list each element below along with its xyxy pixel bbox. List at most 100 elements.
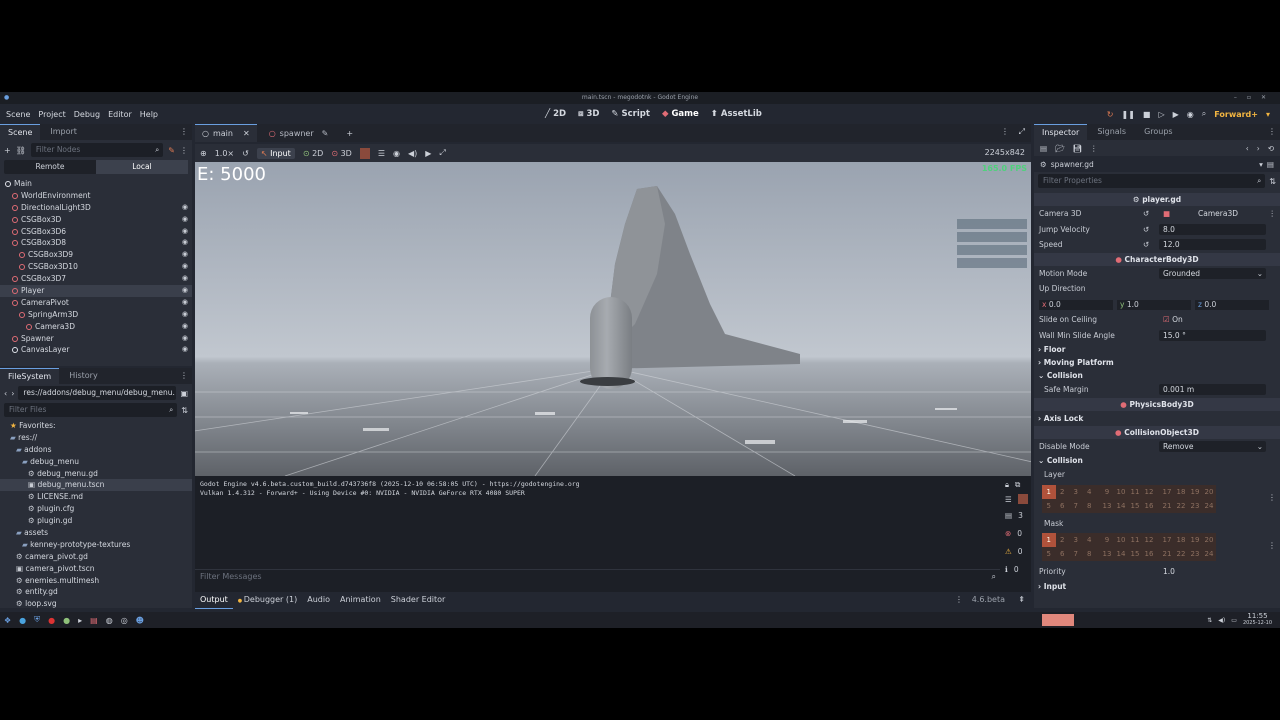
- filter-nodes-input[interactable]: Filter Nodes ⌕: [30, 143, 164, 157]
- revert-icon[interactable]: ↺: [1143, 225, 1149, 234]
- jump-velocity-field[interactable]: 8.0: [1159, 223, 1266, 235]
- bit-toggle[interactable]: 8: [1083, 499, 1097, 513]
- shield-icon[interactable]: ⛨: [34, 615, 40, 625]
- reload-icon[interactable]: ↻: [1107, 110, 1114, 119]
- tab-inspector[interactable]: Inspector: [1034, 124, 1088, 140]
- more-icon[interactable]: ⋮: [1268, 541, 1276, 550]
- file-item[interactable]: ▰ addons: [0, 444, 192, 456]
- scene-node[interactable]: Player ◉: [0, 285, 192, 297]
- bit-toggle[interactable]: 7: [1069, 499, 1083, 513]
- save-icon[interactable]: 💾︎: [1073, 144, 1083, 153]
- menu-editor[interactable]: Editor: [108, 110, 132, 119]
- bit-toggle[interactable]: 19: [1188, 533, 1202, 547]
- scene-tab-spawner[interactable]: ○ spawner ✎: [257, 124, 341, 142]
- file-item[interactable]: ▣ debug_menu.tscn: [0, 479, 192, 492]
- scene-node[interactable]: CameraPivot ◉: [0, 297, 192, 309]
- bit-toggle[interactable]: 2: [1056, 533, 1070, 547]
- up-z-field[interactable]: z 0.0: [1195, 299, 1269, 310]
- bit-toggle[interactable]: 10: [1114, 485, 1128, 499]
- scene-node[interactable]: WorldEnvironment: [0, 190, 192, 202]
- audio-icon[interactable]: ◀): [408, 149, 417, 158]
- browser-icon[interactable]: ●: [19, 616, 26, 625]
- embed-icon[interactable]: ⊕: [200, 149, 207, 158]
- group-moving-platform[interactable]: › Moving Platform: [1034, 356, 1280, 369]
- more-icon[interactable]: ⋮: [180, 146, 188, 155]
- scene-node[interactable]: CSGBox3D6 ◉: [0, 226, 192, 238]
- movie-icon[interactable]: ◉: [1187, 110, 1194, 119]
- docs-icon[interactable]: ▤: [1267, 160, 1274, 169]
- physicsbody-section[interactable]: ● PhysicsBody3D: [1034, 397, 1280, 411]
- revert-icon[interactable]: ↺: [1143, 209, 1149, 218]
- bit-toggle[interactable]: 15: [1128, 499, 1142, 513]
- bit-toggle[interactable]: 17: [1160, 485, 1174, 499]
- wall-angle-slider[interactable]: 15.0 °: [1159, 329, 1266, 341]
- close-icon[interactable]: ✕: [1261, 92, 1266, 104]
- network-icon[interactable]: ⇅: [1207, 617, 1212, 624]
- bit-toggle[interactable]: 8: [1083, 547, 1097, 561]
- bit-toggle[interactable]: 11: [1128, 485, 1142, 499]
- bit-toggle[interactable]: 9: [1100, 533, 1114, 547]
- scene-tab-main[interactable]: ○ main ✕: [195, 124, 257, 142]
- group-floor[interactable]: › Floor: [1034, 343, 1280, 356]
- bit-toggle[interactable]: 15: [1128, 547, 1142, 561]
- menu-project[interactable]: Project: [38, 110, 65, 119]
- list-icon[interactable]: ☰: [378, 149, 385, 158]
- load-icon[interactable]: 📂︎: [1055, 144, 1065, 153]
- more-icon[interactable]: ⋮: [955, 595, 963, 604]
- error-count[interactable]: ⊗ 0: [1003, 524, 1029, 542]
- forward-icon[interactable]: ›: [1257, 144, 1260, 153]
- visibility-icon[interactable]: ◉: [182, 285, 188, 297]
- menu-help[interactable]: Help: [140, 110, 158, 119]
- eye-icon[interactable]: ◉: [393, 149, 400, 158]
- bit-toggle[interactable]: 5: [1042, 547, 1056, 561]
- visibility-icon[interactable]: ◉: [182, 237, 188, 249]
- bottom-tab[interactable]: Output: [195, 592, 233, 609]
- pin-icon[interactable]: ⇞: [1018, 595, 1025, 604]
- file-item[interactable]: ⚙ debug_menu.gd: [0, 468, 192, 480]
- script-section[interactable]: ⚙ player.gd: [1034, 193, 1280, 206]
- file-item[interactable]: ⚙ camera_pivot.gd: [0, 551, 192, 563]
- battery-icon[interactable]: ▭: [1231, 617, 1237, 624]
- bit-toggle[interactable]: 23: [1188, 499, 1202, 513]
- filter-messages-input[interactable]: Filter Messages ⌕: [195, 569, 1000, 583]
- visibility-icon[interactable]: ◉: [182, 344, 188, 356]
- scene-node[interactable]: SpringArm3D ◉: [0, 309, 192, 321]
- file-item[interactable]: ⚙ LICENSE.md: [0, 491, 192, 503]
- bit-toggle[interactable]: 5: [1042, 499, 1056, 513]
- bit-toggle[interactable]: 10: [1114, 533, 1128, 547]
- split-view-icon[interactable]: ▣: [180, 389, 188, 398]
- mode-3d-button[interactable]: ⊙ 3D: [331, 149, 352, 158]
- main-screen-3d[interactable]: ⧈ 3D: [578, 109, 599, 119]
- bit-toggle[interactable]: 12: [1142, 533, 1156, 547]
- forward-icon[interactable]: ›: [11, 389, 14, 398]
- play-scene-icon[interactable]: ▷: [1158, 110, 1164, 119]
- main-screen-script[interactable]: ✎ Script: [611, 109, 650, 119]
- active-window-indicator[interactable]: [1042, 614, 1074, 626]
- bit-toggle[interactable]: 12: [1142, 485, 1156, 499]
- terminal-icon[interactable]: ▸: [78, 616, 82, 625]
- start-menu-icon[interactable]: ❖: [4, 616, 11, 625]
- tab-history[interactable]: History: [61, 368, 105, 384]
- remote-debug-icon[interactable]: ⌕: [1202, 109, 1206, 119]
- message-count[interactable]: ▤ 3: [1003, 506, 1029, 524]
- lock-icon[interactable]: 🔒︎: [1005, 480, 1009, 490]
- stop-icon[interactable]: ■: [1143, 110, 1151, 119]
- scene-node[interactable]: CanvasLayer ◉: [0, 344, 192, 356]
- expand-icon[interactable]: ⤢: [439, 148, 445, 158]
- file-item[interactable]: ⚙ loop.svg: [0, 598, 192, 610]
- scene-node[interactable]: Spawner ◉: [0, 333, 192, 345]
- game-viewport[interactable]: E: 5000 165.0 FPS: [195, 162, 1031, 476]
- menu-scene[interactable]: Scene: [6, 110, 30, 119]
- add-tab-icon[interactable]: +: [340, 129, 359, 138]
- remote-button[interactable]: Remote: [4, 160, 96, 174]
- dock-menu-icon[interactable]: ⋮: [180, 368, 192, 384]
- resource-selector[interactable]: ⚙ spawner.gd ▾ ▤: [1034, 156, 1280, 172]
- speed-field[interactable]: 12.0: [1159, 239, 1266, 250]
- editor-count[interactable]: ℹ0: [1003, 560, 1029, 578]
- visibility-icon[interactable]: ◉: [182, 333, 188, 345]
- script-icon[interactable]: ✎: [168, 146, 175, 155]
- main-screen-game[interactable]: ◆ Game: [662, 109, 699, 119]
- visibility-icon[interactable]: ◉: [182, 273, 188, 285]
- app-icon[interactable]: ●: [63, 616, 70, 625]
- link-icon[interactable]: ⛓: [16, 146, 26, 155]
